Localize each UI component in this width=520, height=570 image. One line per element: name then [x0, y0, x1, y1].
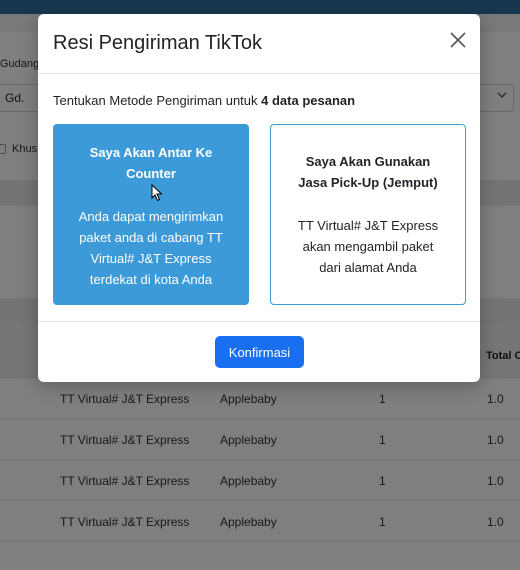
- option-title-line: Saya Akan Antar Ke: [89, 145, 213, 160]
- option-desc-line: dari alamat Anda: [319, 260, 417, 275]
- option-title: Saya Akan Gunakan Jasa Pick-Up (Jemput): [281, 151, 455, 193]
- shipping-method-modal: Resi Pengiriman TikTok Tentukan Metode P…: [38, 14, 480, 382]
- instruction-text: Tentukan Metode Pengiriman untuk 4 data …: [53, 93, 355, 108]
- option-desc-line: TT Virtual# J&T Express: [297, 218, 439, 233]
- option-title-line: Counter: [126, 166, 176, 181]
- option-description: TT Virtual# J&T Express akan mengambil p…: [281, 215, 455, 278]
- option-title-line: Saya Akan Gunakan: [305, 154, 431, 169]
- order-count: 4 data pesanan: [261, 93, 356, 108]
- option-description: Anda dapat mengirimkan paket anda di cab…: [63, 206, 239, 290]
- modal-header: Resi Pengiriman TikTok: [38, 14, 480, 74]
- option-desc-line: akan mengambil paket: [302, 239, 434, 254]
- option-title-line: Jasa Pick-Up (Jemput): [298, 175, 438, 190]
- option-desc-line: terdekat di kota Anda: [89, 272, 213, 287]
- option-desc-line: Anda dapat mengirimkan: [78, 209, 224, 224]
- instruction-prefix: Tentukan Metode Pengiriman untuk: [53, 93, 262, 108]
- confirm-button[interactable]: Konfirmasi: [215, 336, 304, 368]
- modal-title: Resi Pengiriman TikTok: [53, 32, 262, 54]
- close-icon: [450, 32, 466, 48]
- option-drop-off-counter[interactable]: Saya Akan Antar Ke Counter Anda dapat me…: [53, 124, 249, 305]
- option-title: Saya Akan Antar Ke Counter: [63, 142, 239, 184]
- option-desc-line: paket anda di cabang TT: [79, 230, 223, 245]
- option-pickup-service[interactable]: Saya Akan Gunakan Jasa Pick-Up (Jemput) …: [270, 124, 466, 305]
- option-desc-line: Virtual# J&T Express: [90, 251, 212, 266]
- mouse-cursor-icon: [151, 184, 163, 202]
- modal-footer: Konfirmasi: [38, 321, 480, 382]
- modal-body: Tentukan Metode Pengiriman untuk 4 data …: [38, 74, 480, 321]
- close-button[interactable]: [448, 30, 468, 50]
